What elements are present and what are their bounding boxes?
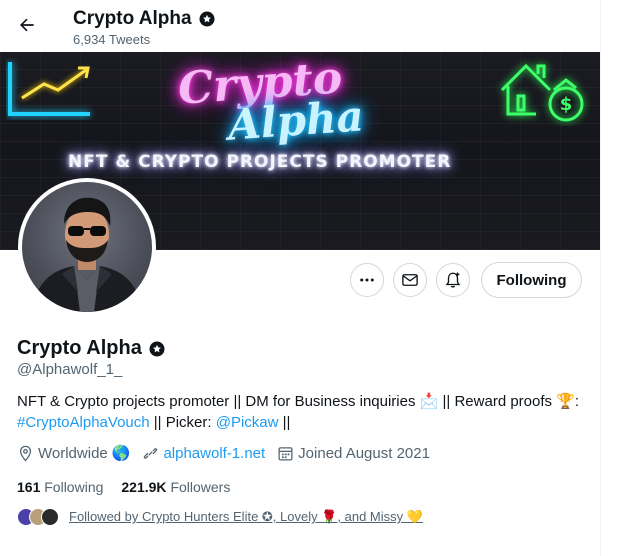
bio-text: NFT & Crypto projects promoter || DM for… — [17, 393, 420, 410]
following-label: Following — [44, 479, 104, 495]
bio-text: || Reward proofs — [438, 393, 557, 410]
location-item: Worldwide 🌎 — [17, 444, 130, 462]
followed-by-row[interactable]: Followed by Crypto Hunters Elite ✪, Love… — [17, 508, 423, 526]
profile-column: Crypto Alpha 6,934 Tweets Crypto Alpha N… — [0, 0, 601, 556]
bio-text: || — [278, 414, 291, 431]
neon-house-coin-icon: $ — [500, 63, 584, 122]
verified-badge-icon — [199, 11, 215, 27]
trophy-emoji: 🏆 — [556, 393, 575, 410]
profile-stats: 161 Following 221.9K Followers — [17, 479, 230, 495]
followers-label: Followers — [170, 479, 231, 495]
avatar-portrait-icon — [32, 197, 142, 312]
bio-hashtag-link[interactable]: #CryptoAlphaVouch — [17, 414, 150, 431]
tweet-count: 6,934 Tweets — [73, 32, 151, 47]
more-button[interactable] — [350, 263, 384, 297]
followers-count: 221.9K — [121, 479, 167, 495]
banner-title-alpha: Alpha — [226, 91, 366, 150]
followed-by-text: Followed by Crypto Hunters Elite ✪, Love… — [69, 509, 423, 524]
following-button[interactable]: Following — [481, 262, 582, 298]
followers-stat-link[interactable]: 221.9K Followers — [121, 479, 230, 495]
back-arrow-icon — [20, 18, 34, 32]
calendar-icon — [278, 446, 293, 461]
envelope-icon — [402, 274, 418, 286]
verified-badge-icon — [149, 341, 165, 356]
message-button[interactable] — [393, 263, 427, 297]
profile-handle: @Alphawolf_1_ — [17, 361, 123, 378]
bio-mention-link[interactable]: @Pickaw — [216, 414, 279, 431]
website-item: alphawolf-1.net — [142, 445, 265, 462]
svg-text:$: $ — [560, 94, 573, 115]
header-title: Crypto Alpha — [73, 8, 216, 30]
envelope-emoji: 📩 — [419, 393, 439, 410]
mini-avatar — [41, 508, 59, 526]
notifications-button[interactable] — [436, 263, 470, 297]
profile-name-row: Crypto Alpha — [17, 337, 166, 360]
globe-emoji: 🌎 — [111, 445, 131, 462]
avatar-illustration — [22, 182, 152, 312]
location-pin-icon — [19, 445, 32, 462]
following-stat-link[interactable]: 161 Following — [17, 479, 103, 495]
bio-text: : — [574, 393, 580, 410]
neon-chart-icon — [8, 62, 90, 116]
link-icon — [144, 447, 158, 459]
profile-avatar[interactable] — [18, 178, 156, 316]
joined-item: Joined August 2021 — [277, 445, 430, 462]
website-link[interactable]: alphawolf-1.net — [163, 445, 265, 462]
location-text: Worldwide — [38, 444, 108, 462]
following-count: 161 — [17, 479, 41, 495]
back-button[interactable] — [12, 10, 42, 40]
profile-meta: Worldwide 🌎 alphawolf-1.net Joined Augus… — [17, 444, 442, 462]
profile-name: Crypto Alpha — [17, 337, 142, 359]
bio-text: || Picker: — [149, 414, 216, 431]
header-name: Crypto Alpha — [73, 8, 192, 29]
more-dots-icon — [360, 278, 374, 282]
profile-header-bar: Crypto Alpha 6,934 Tweets — [0, 0, 600, 52]
joined-text: Joined August 2021 — [298, 444, 430, 462]
bell-plus-icon — [445, 272, 461, 288]
banner-tagline: NFT & CRYPTO PROJECTS PROMOTER — [68, 152, 452, 172]
followed-by-avatars — [17, 508, 59, 526]
profile-bio: NFT & Crypto projects promoter || DM for… — [17, 391, 592, 433]
